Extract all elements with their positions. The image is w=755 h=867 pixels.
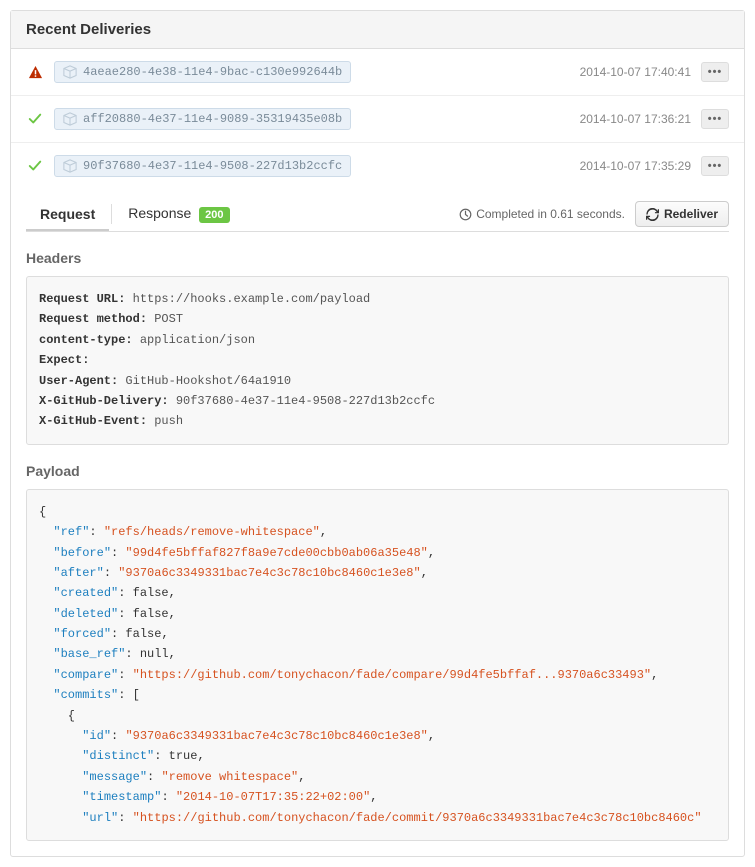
alert-icon <box>26 63 44 81</box>
tabs-row: Request Response 200 Completed in 0.61 s… <box>26 189 729 232</box>
headers-box: Request URL: https://hooks.example.com/p… <box>26 276 729 445</box>
delivery-uuid: 4aeae280-4e38-11e4-9bac-c130e992644b <box>83 65 342 79</box>
clock-icon <box>459 208 472 221</box>
delivery-row: 4aeae280-4e38-11e4-9bac-c130e992644b 2014… <box>11 49 744 96</box>
delivery-row: aff20880-4e37-11e4-9089-35319435e08b 2014… <box>11 96 744 143</box>
package-icon <box>63 65 77 79</box>
check-icon <box>26 110 44 128</box>
expand-button[interactable]: ••• <box>701 156 729 176</box>
delivery-timestamp: 2014-10-07 17:35:29 <box>580 159 691 173</box>
redeliver-button[interactable]: Redeliver <box>635 201 729 227</box>
delivery-row: 90f37680-4e37-11e4-9508-227d13b2ccfc 2014… <box>11 143 744 189</box>
expand-button[interactable]: ••• <box>701 62 729 82</box>
payload-title: Payload <box>26 463 729 479</box>
check-icon <box>26 157 44 175</box>
delivery-timestamp: 2014-10-07 17:40:41 <box>580 65 691 79</box>
completed-text: Completed in 0.61 seconds. <box>459 207 625 221</box>
tab-request[interactable]: Request <box>26 198 109 230</box>
payload-box: { "ref": "refs/heads/remove-whitespace",… <box>26 489 729 841</box>
delivery-uuid-badge[interactable]: 90f37680-4e37-11e4-9508-227d13b2ccfc <box>54 155 351 177</box>
package-icon <box>63 112 77 126</box>
headers-title: Headers <box>26 250 729 266</box>
recent-deliveries-panel: Recent Deliveries 4aeae280-4e38-11e4-9ba… <box>10 10 745 857</box>
tab-response-label: Response <box>128 205 191 221</box>
detail-section: Headers Request URL: https://hooks.examp… <box>11 250 744 856</box>
delivery-timestamp: 2014-10-07 17:36:21 <box>580 112 691 126</box>
tab-divider <box>111 204 112 224</box>
panel-title: Recent Deliveries <box>11 11 744 49</box>
tab-response[interactable]: Response 200 <box>114 197 243 231</box>
delivery-uuid-badge[interactable]: 4aeae280-4e38-11e4-9bac-c130e992644b <box>54 61 351 83</box>
delivery-uuid-badge[interactable]: aff20880-4e37-11e4-9089-35319435e08b <box>54 108 351 130</box>
delivery-uuid: 90f37680-4e37-11e4-9508-227d13b2ccfc <box>83 159 342 173</box>
redeliver-label: Redeliver <box>664 207 718 221</box>
sync-icon <box>646 208 659 221</box>
package-icon <box>63 159 77 173</box>
delivery-uuid: aff20880-4e37-11e4-9089-35319435e08b <box>83 112 342 126</box>
response-status-badge: 200 <box>199 207 229 223</box>
expand-button[interactable]: ••• <box>701 109 729 129</box>
completed-label: Completed in 0.61 seconds. <box>476 207 625 221</box>
